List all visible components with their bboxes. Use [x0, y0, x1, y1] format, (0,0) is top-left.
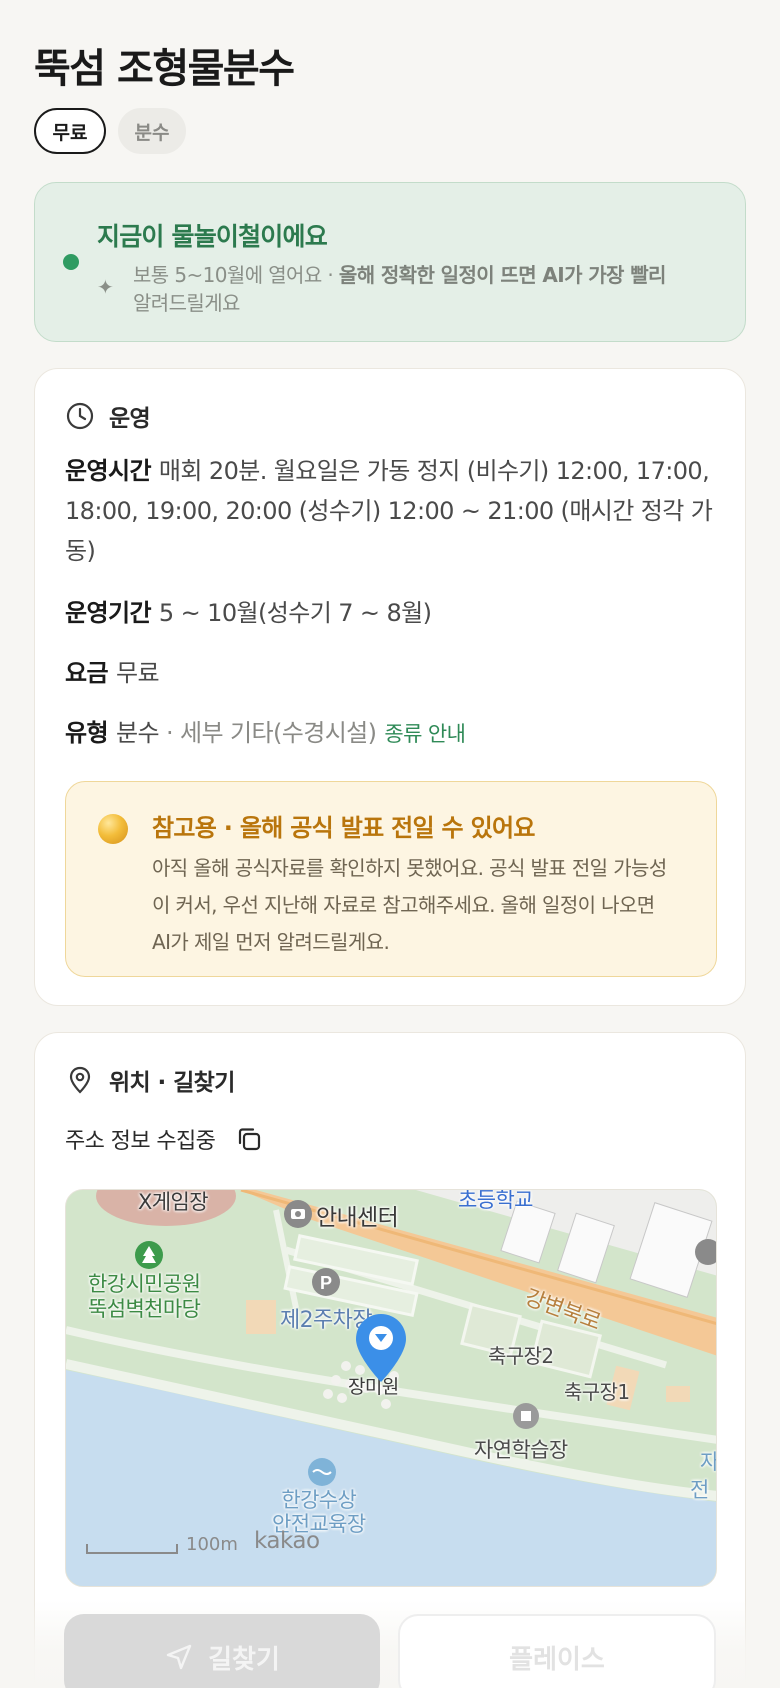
operation-card: 운영 운영시간 매회 20분. 월요일은 가동 정지 (비수기) 12:00, 1…: [34, 368, 746, 1006]
map-label-school: 초등학교: [458, 1189, 533, 1212]
route-button[interactable]: 길찾기: [64, 1614, 380, 1688]
type-row: 유형 분수 · 세부 기타(수경시설) 종류 안내: [65, 713, 715, 754]
period-key: 운영기간: [65, 599, 152, 627]
map-label-field2: 축구장2: [488, 1344, 554, 1368]
map-provider-logo: kakao: [254, 1528, 320, 1554]
coin-icon: [98, 814, 128, 844]
page-title: 뚝섬 조형물분수: [34, 46, 295, 92]
location-heading-label: 위치 · 길찾기: [109, 1070, 235, 1096]
page: 뚝섬 조형물분수 무료 분수 지금이 물놀이철이에요 ✦ 보통 5~10월에 열…: [0, 0, 780, 1688]
place-button[interactable]: 플레이스: [398, 1614, 716, 1688]
map-marker-icon[interactable]: [354, 1312, 408, 1384]
fee-value: 무료: [115, 659, 160, 687]
notice-card: 참고용 · 올해 공식 발표 전일 수 있어요 아직 올해 공식자료를 확인하지…: [65, 781, 717, 977]
navigation-arrow-icon: [166, 1644, 192, 1670]
tag-chip-free[interactable]: 무료: [34, 108, 106, 154]
svg-text:P: P: [320, 1273, 332, 1293]
map-label-nature: 자연학습장: [474, 1438, 568, 1462]
notice-text: 아직 올해 공식자료를 확인하지 못했어요. 공식 발표 전일 가능성이 커서,…: [152, 856, 667, 954]
season-text-prefix: 보통 5~10월에 열어요 ·: [133, 263, 339, 287]
fee-key: 요금: [65, 659, 109, 687]
map-label-game: X게임장: [138, 1190, 209, 1214]
map-label-edge1: 자: [700, 1450, 717, 1474]
fee-row: 요금 무료: [65, 653, 715, 693]
clock-icon: [66, 402, 94, 430]
period-row: 운영기간 5 ~ 10월(성수기 7 ~ 8월): [65, 593, 715, 633]
sparkle-icon: ✦: [97, 275, 114, 299]
season-text-bold: 올해 정확한 일정이 뜨면 AI가 가장 빨리: [338, 263, 667, 287]
hours-value: 매회 20분. 월요일은 가동 정지 (비수기) 12:00, 17:00, 1…: [65, 457, 713, 565]
type-key: 유형: [65, 719, 109, 747]
period-value: 5 ~ 10월(성수기 7 ~ 8월): [158, 599, 432, 627]
location-heading: 위치 · 길찾기: [65, 1063, 235, 1097]
map-scale-text: 100m: [186, 1534, 238, 1555]
operation-heading-label: 운영: [109, 406, 151, 432]
map-label-park: 한강시민공원 뚝섬벽천마당: [88, 1272, 201, 1321]
season-title: 지금이 물놀이철이에요: [97, 222, 328, 251]
copy-icon[interactable]: [235, 1125, 263, 1153]
tag-chip-fountain[interactable]: 분수: [118, 108, 186, 154]
location-card: 위치 · 길찾기 주소 정보 수집중 P X게임장 안내센터 초등학교 한강시민…: [34, 1032, 746, 1688]
hours-key: 운영시간: [65, 457, 152, 485]
place-button-label: 플레이스: [509, 1644, 605, 1675]
season-banner: 지금이 물놀이철이에요 ✦ 보통 5~10월에 열어요 · 올해 정확한 일정이…: [34, 182, 746, 342]
address-row: 주소 정보 수집중: [65, 1123, 263, 1155]
route-button-label: 길찾기: [208, 1644, 280, 1675]
map-scale-bar: [86, 1544, 178, 1554]
location-pin-icon: [69, 1066, 91, 1094]
map-view[interactable]: P X게임장 안내센터 초등학교 한강시민공원 뚝섬벽천마당 제2주차장 강변북…: [65, 1189, 717, 1587]
season-text-suffix: 알려드릴게요: [133, 291, 240, 315]
type-value: 분수: [115, 719, 160, 747]
hours-row: 운영시간 매회 20분. 월요일은 가동 정지 (비수기) 12:00, 17:0…: [65, 451, 715, 571]
notice-title: 참고용 · 올해 공식 발표 전일 수 있어요: [152, 814, 535, 842]
season-text: 보통 5~10월에 열어요 · 올해 정확한 일정이 뜨면 AI가 가장 빨리알…: [133, 261, 733, 317]
map-label-field1: 축구장1: [564, 1380, 630, 1404]
map-label-edge2: 전: [690, 1478, 709, 1502]
type-sub: · 세부 기타(수경시설): [165, 719, 377, 747]
type-guide-link[interactable]: 종류 안내: [384, 722, 466, 746]
map-label-info-center: 안내센터: [316, 1205, 399, 1231]
address-text: 주소 정보 수집중: [65, 1129, 216, 1154]
status-dot-icon: [63, 254, 79, 270]
operation-heading: 운영: [65, 399, 151, 433]
